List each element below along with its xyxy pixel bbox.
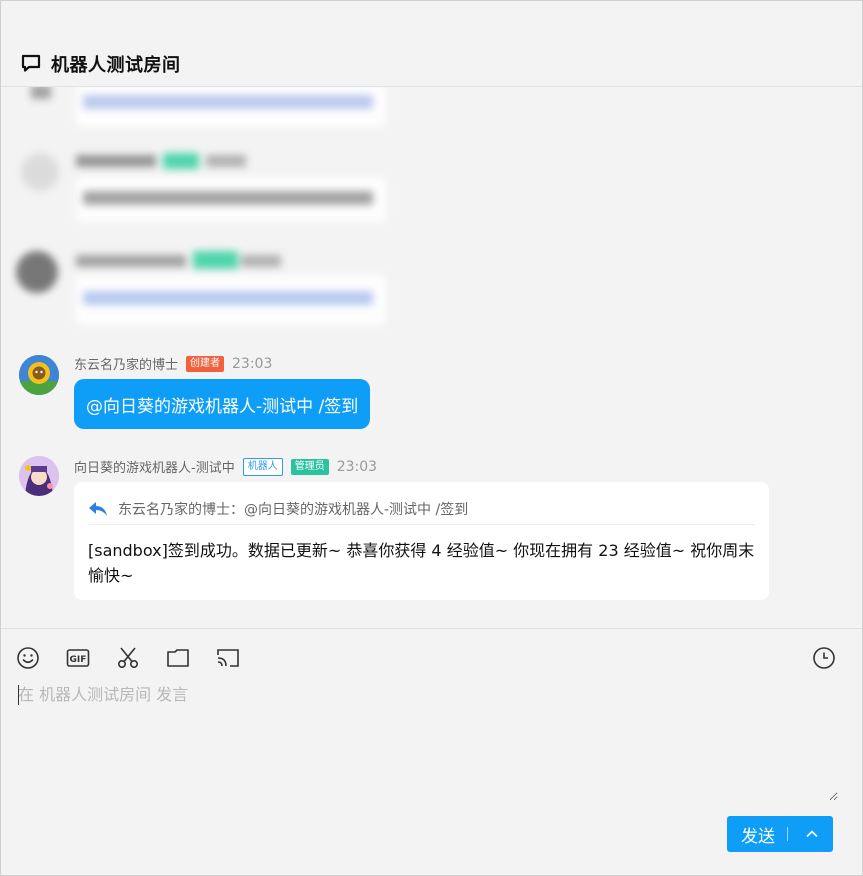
chevron-up-icon[interactable] <box>802 824 822 844</box>
send-button[interactable]: 发送 <box>727 816 833 852</box>
blurred-message <box>1 147 401 227</box>
reply-message-card[interactable]: 东云名乃家的博士：@向日葵的游戏机器人-测试中 /签到 [sandbox]签到成… <box>74 482 769 600</box>
message-bubble[interactable]: @向日葵的游戏机器人-测试中 /签到 <box>74 379 371 429</box>
scissors-icon[interactable] <box>115 645 141 671</box>
gif-icon[interactable]: GIF <box>65 645 91 671</box>
blurred-message <box>1 87 401 132</box>
folder-icon[interactable] <box>165 645 191 671</box>
message-text: [sandbox]签到成功。数据已更新~ 恭喜你获得 4 经验值~ 你现在拥有 … <box>88 541 755 585</box>
clock-icon[interactable] <box>811 645 837 671</box>
send-divider <box>787 827 788 841</box>
sender-name[interactable]: 东云名乃家的博士 <box>74 354 178 373</box>
send-button-label: 发送 <box>741 826 775 847</box>
message-meta: 东云名乃家的博士 创建者 23:03 <box>74 354 272 373</box>
message-meta: 向日葵的游戏机器人-测试中 机器人 管理员 23:03 <box>74 457 377 476</box>
admin-badge: 管理员 <box>290 458 329 475</box>
message-time: 23:03 <box>336 458 378 475</box>
room-header: 机器人测试房间 <box>1 1 862 87</box>
avatar[interactable] <box>19 456 59 496</box>
creator-badge: 创建者 <box>186 355 225 372</box>
room-title: 机器人测试房间 <box>51 55 181 76</box>
chat-bubble-icon <box>21 53 41 73</box>
avatar[interactable] <box>19 355 59 395</box>
sender-name[interactable]: 向日葵的游戏机器人-测试中 <box>74 457 235 476</box>
bot-badge: 机器人 <box>242 457 283 476</box>
text-caret <box>18 685 19 705</box>
reply-arrow-icon <box>88 501 108 517</box>
quoted-message[interactable]: 东云名乃家的博士：@向日葵的游戏机器人-测试中 /签到 <box>88 494 755 525</box>
screen-share-icon[interactable] <box>215 645 241 671</box>
blurred-message <box>1 245 401 330</box>
message-input[interactable] <box>18 681 838 801</box>
message-time: 23:03 <box>232 355 273 372</box>
svg-text:GIF: GIF <box>70 655 87 665</box>
composer-toolbar: GIF <box>1 628 862 679</box>
chat-window: 机器人测试房间 东云名乃家的博士 创建者 23:03 @向日葵的游戏机器人-测试… <box>0 0 863 876</box>
message-list[interactable]: 东云名乃家的博士 创建者 23:03 @向日葵的游戏机器人-测试中 /签到 向日… <box>1 87 862 627</box>
emoji-icon[interactable] <box>15 645 41 671</box>
quoted-text: 东云名乃家的博士：@向日葵的游戏机器人-测试中 /签到 <box>118 502 469 518</box>
